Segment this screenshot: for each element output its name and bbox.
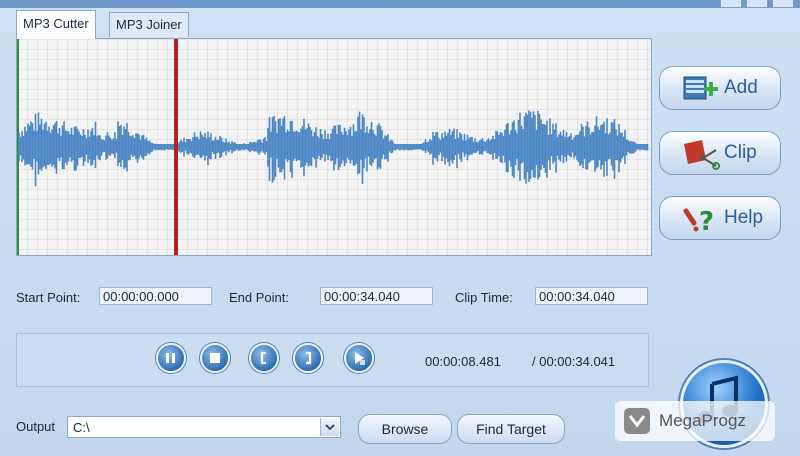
- play-selection-icon: [355, 352, 365, 365]
- total-time: / 00:00:34.041: [532, 354, 616, 369]
- clip-time-field[interactable]: 00:00:34.040: [535, 287, 648, 305]
- watermark-text: MegaProgz: [659, 411, 746, 430]
- start-point-field[interactable]: 00:00:00.000: [99, 287, 212, 305]
- minimize-button[interactable]: [720, 0, 742, 8]
- output-path-select[interactable]: C:\: [67, 416, 341, 438]
- clip-time-label: Clip Time:: [455, 290, 513, 305]
- watermark: MegaProgz: [615, 401, 775, 441]
- add-label: Add: [724, 77, 758, 98]
- bracket-right-icon: [306, 351, 312, 365]
- browse-button[interactable]: Browse: [358, 414, 452, 444]
- scissors-icon: [684, 140, 720, 170]
- stop-button[interactable]: [200, 343, 230, 373]
- find-target-button[interactable]: Find Target: [457, 414, 565, 444]
- title-bar: [0, 0, 800, 8]
- bracket-left-icon: [260, 351, 266, 365]
- waveform-view[interactable]: [17, 39, 651, 255]
- playhead-marker[interactable]: [174, 39, 178, 255]
- current-time: 00:00:08.481: [425, 354, 501, 369]
- tab-mp3-joiner[interactable]: MP3 Joiner: [109, 12, 189, 37]
- pause-button[interactable]: [156, 343, 186, 373]
- help-icon: ?: [683, 207, 714, 235]
- pause-icon: [166, 353, 175, 363]
- chevron-down-icon[interactable]: [320, 418, 339, 436]
- watermark-logo-icon: [624, 408, 650, 434]
- clip-button[interactable]: Clip: [659, 131, 781, 175]
- mark-start-button[interactable]: [249, 343, 279, 373]
- maximize-button[interactable]: [746, 0, 768, 8]
- tab-mp3-cutter[interactable]: MP3 Cutter: [16, 10, 96, 39]
- clip-label: Clip: [724, 142, 757, 163]
- stop-icon: [210, 353, 220, 363]
- end-point-field[interactable]: 00:00:34.040: [320, 287, 433, 305]
- svg-text:?: ?: [699, 207, 714, 235]
- play-selection-button[interactable]: [344, 343, 374, 373]
- output-label: Output: [16, 419, 56, 434]
- start-point-label: Start Point:: [16, 290, 81, 305]
- end-point-label: End Point:: [229, 290, 289, 305]
- add-file-icon: [683, 76, 718, 100]
- mark-end-button[interactable]: [293, 343, 323, 373]
- help-button[interactable]: ? Help: [659, 196, 781, 240]
- output-path-value: C:\: [73, 420, 90, 435]
- help-label: Help: [724, 207, 764, 228]
- waveform-panel[interactable]: [16, 38, 652, 256]
- close-button[interactable]: [772, 0, 794, 8]
- add-button[interactable]: Add: [659, 66, 781, 110]
